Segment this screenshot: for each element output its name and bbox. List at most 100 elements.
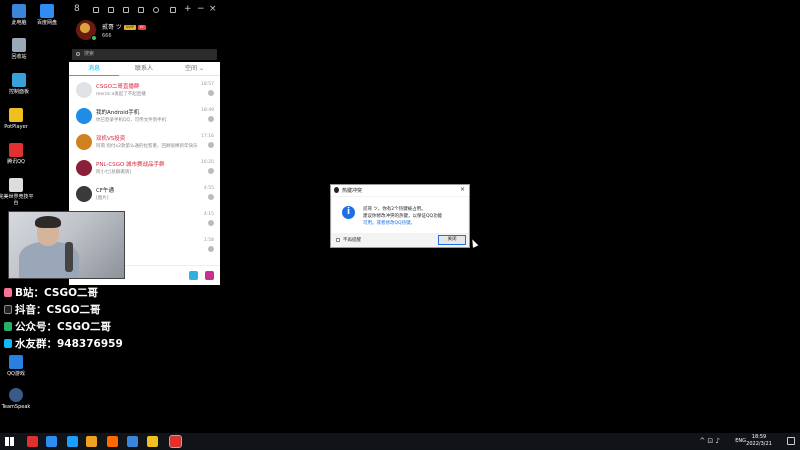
desktop-icon-label: 完美世界竞技平台 <box>0 194 34 206</box>
computer-icon <box>12 4 26 18</box>
dialog-message-line-2: 建议你修改冲突的热键，以保证QQ功能 <box>363 214 443 219</box>
qq-penguin-icon <box>9 143 23 157</box>
chevron-down-icon: ⌄ <box>198 65 204 72</box>
skin-icon[interactable] <box>93 7 99 13</box>
svip-badge: SVIP <box>123 25 136 30</box>
taskbar-app-icon[interactable] <box>46 436 57 447</box>
qq-tabs: 消息 联系人 空间 ⌄ <box>69 62 220 76</box>
nickname-text: 贰哥 ツ <box>102 24 122 31</box>
douyin-icon <box>4 305 12 314</box>
search-input[interactable]: 搜索 <box>72 49 217 60</box>
conversation-name: PNL-CSGO 城市赛战品手群 <box>96 162 165 168</box>
social-text: B站：CSGO二哥 <box>15 287 99 299</box>
wechat-icon <box>4 322 12 331</box>
conversation-row[interactable]: 我的Android手机 你已登录手机QQ，可传文件到手机 18:49 <box>69 103 220 128</box>
taskbar-app-icon[interactable] <box>107 436 118 447</box>
tray-icons[interactable]: ^ ⊡ ♪ <box>699 437 720 445</box>
conversation-time: 4:15 <box>203 212 214 217</box>
dialog-titlebar: 热键冲突 × <box>331 185 469 196</box>
shirt-icon[interactable] <box>108 7 114 13</box>
streamer-hair <box>35 216 61 228</box>
social-douyin: 抖音：CSGO二哥 <box>4 302 101 317</box>
conversation-preview: 阿小七[总群邀请] <box>96 170 132 175</box>
desktop-icon-baidu-netdisk[interactable]: 百度网盘 <box>29 4 65 26</box>
mail-icon[interactable] <box>123 7 129 13</box>
tab-space[interactable]: 空间 ⌄ <box>169 62 220 76</box>
webcam-overlay <box>8 211 125 279</box>
dont-remind-label[interactable]: 不再提醒 <box>343 237 361 243</box>
taskbar-app-icon[interactable] <box>127 436 138 447</box>
play-icon <box>9 108 23 122</box>
conversation-time: 17:16 <box>201 134 214 139</box>
unread-count <box>208 90 214 96</box>
clock-date[interactable]: 2022/3/21 <box>744 441 774 447</box>
info-icon: i <box>342 206 355 219</box>
desktop: 此电脑 百度网盘 回收站 控制面板 PotPlayer 腾讯QQ 完美世界竞技平… <box>0 0 800 433</box>
flame-icon[interactable] <box>153 7 159 13</box>
unread-count <box>208 194 214 200</box>
conversation-row[interactable]: PNL-CSGO 城市赛战品手群 阿小七[总群邀请] 16:20 <box>69 155 220 180</box>
social-text: 抖音：CSGO二哥 <box>15 304 101 316</box>
desktop-icon-potplayer[interactable]: PotPlayer <box>0 108 34 130</box>
taskbar-app-icon[interactable] <box>27 436 38 447</box>
dont-remind-checkbox[interactable] <box>336 238 340 242</box>
qq-icon <box>4 339 12 348</box>
clock-time[interactable]: 18:59 <box>744 434 774 440</box>
conversation-name: CSGO二哥直播群 <box>96 84 140 90</box>
desktop-icon-qq-games[interactable]: QQ游戏 <box>0 355 34 377</box>
taskbar-app-icon[interactable] <box>147 436 158 447</box>
minimize-icon[interactable]: − <box>197 4 205 14</box>
desktop-icon-perfect-world[interactable]: 完美世界竞技平台 <box>0 178 34 206</box>
conversation-avatar <box>76 82 92 98</box>
conversation-preview: merck:a发起了不起直播 <box>96 92 146 97</box>
dialog-message-line-3: 可用。或者修改QQ热键。 <box>363 221 416 226</box>
gift-icon[interactable] <box>138 7 144 13</box>
conversation-preview: 阿萌 别付x2款第么通的拉客重，回顾很棒新年快乐 <box>96 144 198 149</box>
conversation-row[interactable]: CF午通 [图片] 4:55 <box>69 181 220 206</box>
notification-icon[interactable] <box>787 437 795 445</box>
conversation-avatar <box>76 108 92 124</box>
qq-penguin-icon <box>334 187 339 193</box>
desktop-icon-label: QQ游戏 <box>7 371 25 377</box>
online-status-icon <box>91 35 97 41</box>
conversation-time: 16:20 <box>201 160 214 165</box>
app-manager-icon[interactable] <box>205 271 214 280</box>
bilibili-icon <box>4 288 12 297</box>
profile-nickname[interactable]: 贰哥 ツ SVIP LV <box>102 22 146 31</box>
windows-start-icon[interactable] <box>5 437 14 446</box>
desktop-icon-label: TeamSpeak <box>1 404 31 410</box>
desktop-icon-label: 控制面板 <box>8 89 29 95</box>
taskbar-app-icon[interactable] <box>169 435 182 448</box>
add-icon[interactable]: + <box>184 4 192 14</box>
close-button[interactable]: 关闭 <box>438 235 466 245</box>
desktop-icon-label: 腾讯QQ <box>7 159 25 165</box>
conversation-row[interactable]: CSGO二哥直播群 merck:a发起了不起直播 18:57 <box>69 77 220 102</box>
taskbar: ^ ⊡ ♪ ENG 18:59 2022/3/21 <box>0 433 800 450</box>
social-wechat: 公众号：CSGO二哥 <box>4 319 111 334</box>
close-icon[interactable]: × <box>209 4 217 14</box>
desktop-icon-tencent-qq[interactable]: 腾讯QQ <box>0 143 34 165</box>
desktop-icon-control-panel[interactable]: 控制面板 <box>1 73 37 95</box>
signature[interactable]: 666 <box>102 33 112 39</box>
desktop-icon-teamspeak[interactable]: TeamSpeak <box>0 388 34 410</box>
perfect-world-icon <box>9 178 23 192</box>
microphone <box>65 242 73 272</box>
taskbar-app-icon[interactable] <box>67 436 78 447</box>
conversation-time: 4:55 <box>203 186 214 191</box>
conversation-preview: 你已登录手机QQ，可传文件到手机 <box>96 118 167 123</box>
tab-space-label: 空间 <box>185 65 198 72</box>
conversation-row[interactable]: 双机VS投资 阿萌 别付x2款第么通的拉客重，回顾很棒新年快乐 17:16 <box>69 129 220 154</box>
conversation-avatar <box>76 186 92 202</box>
menu-icon[interactable] <box>170 7 176 13</box>
qq-games-icon <box>9 355 23 369</box>
conversation-time: 1:58 <box>203 238 214 243</box>
apps-icon[interactable] <box>189 271 198 280</box>
tab-messages[interactable]: 消息 <box>69 62 119 76</box>
dialog-close-icon[interactable]: × <box>460 186 465 193</box>
desktop-icon-recycle-bin[interactable]: 回收站 <box>1 38 37 60</box>
taskbar-app-icon[interactable] <box>86 436 97 447</box>
unread-count <box>208 246 214 252</box>
tab-contacts[interactable]: 联系人 <box>119 62 169 76</box>
dialog-body: i 贰哥 ツ，你有2个热键被占用。 建议你修改冲突的热键，以保证QQ功能 可用。… <box>332 197 468 233</box>
qq-header: 8 + − × 贰哥 ツ SVIP LV 666 搜索 <box>69 0 220 68</box>
